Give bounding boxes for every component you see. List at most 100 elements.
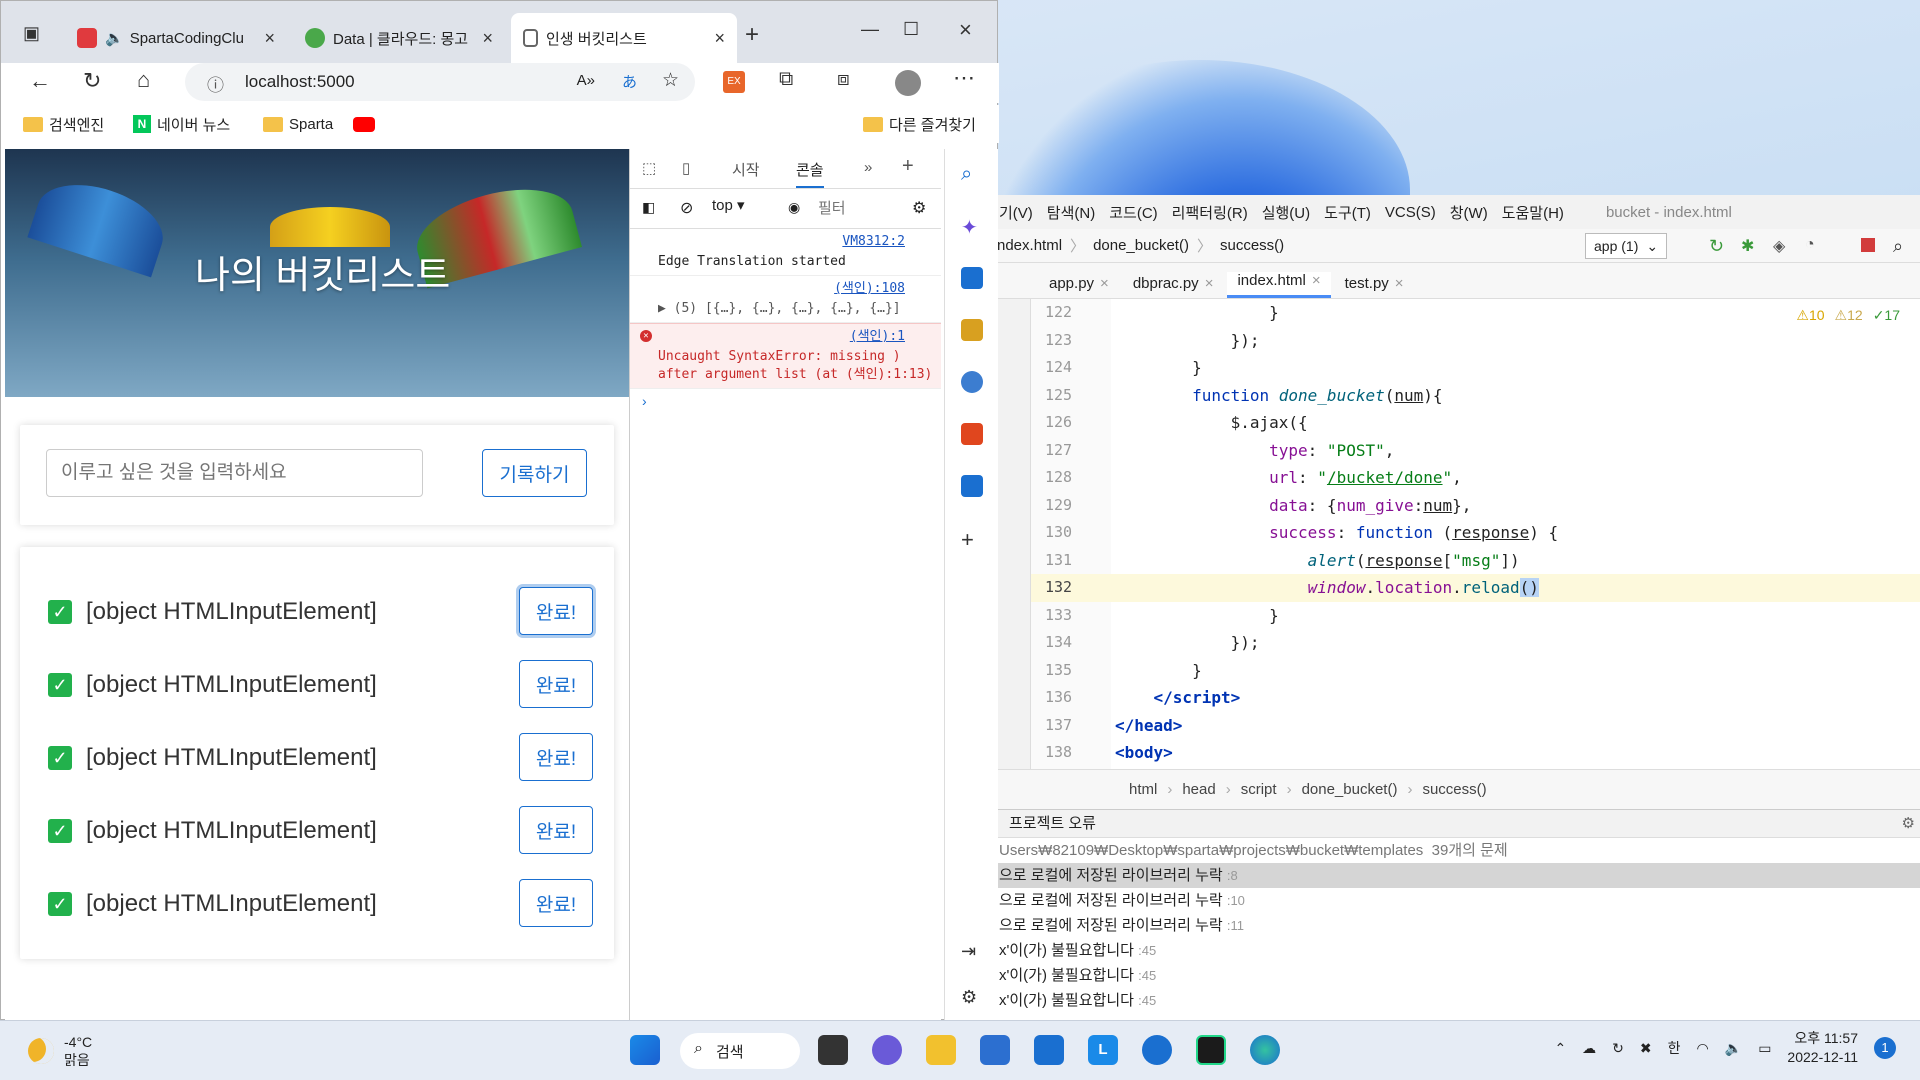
checkbox-checked-icon[interactable]: ✓ — [48, 819, 72, 843]
problem-row[interactable]: 으로 로컬에 저장된 라이브러리 누락 :10 — [991, 888, 1920, 913]
crumb-success[interactable]: success() — [1422, 781, 1486, 798]
clear-console-icon[interactable]: ⊘ — [680, 198, 693, 218]
problem-row[interactable]: x'이(가) 불필요합니다 :45 — [991, 988, 1920, 1013]
inspect-element-icon[interactable]: ⬚ — [642, 159, 656, 177]
more-menu-icon[interactable]: ⋯ — [953, 65, 975, 91]
minimize-icon[interactable]: — — [861, 19, 879, 40]
favorite-youtube[interactable] — [353, 116, 375, 132]
close-icon[interactable]: × — [1100, 275, 1109, 292]
favorite-star-icon[interactable]: ☆ — [662, 69, 679, 92]
onedrive-icon[interactable]: ☁ — [1582, 1040, 1596, 1057]
live-expression-eye-icon[interactable]: ◉ — [788, 199, 800, 216]
menu-view[interactable]: 기(V) — [999, 202, 1033, 223]
tab-test-py[interactable]: test.py × — [1335, 275, 1414, 298]
file-explorer-icon[interactable] — [926, 1035, 956, 1065]
copilot-sparkle-icon[interactable]: ✦ — [961, 215, 983, 239]
tab-index-html[interactable]: index.html × — [1227, 272, 1331, 298]
code-editor[interactable]: } }); } function done_bucket(num){ $.aja… — [1111, 299, 1920, 769]
taskbar-search[interactable]: ⌕ 검색 — [680, 1033, 800, 1069]
address-field[interactable]: ⓘ localhost:5000 A» あ ☆ — [185, 63, 695, 101]
crumb-head[interactable]: head — [1182, 781, 1215, 798]
maximize-icon[interactable]: ☐ — [903, 19, 919, 40]
browser-tab-bucketlist[interactable]: 인생 버킷리스트 × — [511, 13, 737, 63]
weather-widget[interactable]: -4°C 맑음 — [28, 1033, 92, 1069]
app-tray-icon[interactable]: ✖ — [1640, 1040, 1652, 1057]
notification-badge[interactable]: 1 — [1874, 1037, 1896, 1059]
task-view-icon[interactable] — [818, 1035, 848, 1065]
gear-icon[interactable]: ⚙ — [961, 987, 983, 1009]
sync-icon[interactable]: ↻ — [1612, 1040, 1624, 1057]
tab-app-py[interactable]: app.py × — [1039, 275, 1119, 298]
more-tabs-icon[interactable]: » — [864, 159, 872, 176]
start-windows-icon[interactable] — [630, 1035, 660, 1065]
volume-icon[interactable]: 🔈 — [1725, 1040, 1742, 1057]
wifi-icon[interactable]: ◠ — [1697, 1040, 1709, 1057]
nav-function[interactable]: done_bucket() — [1093, 237, 1189, 254]
add-tab-icon[interactable]: + — [902, 155, 914, 178]
close-icon[interactable]: × — [1395, 275, 1404, 292]
edge-icon[interactable] — [1250, 1035, 1280, 1065]
extension-ex-icon[interactable]: EX — [723, 71, 745, 93]
profile-icon[interactable]: ◔ — [1805, 236, 1823, 254]
close-window-icon[interactable]: × — [959, 17, 972, 43]
problem-row[interactable]: x'이(가) 불필요합니다 :45 — [991, 938, 1920, 963]
favorite-search-engines[interactable]: 검색엔진 — [23, 114, 104, 135]
checkbox-checked-icon[interactable]: ✓ — [48, 600, 72, 624]
stop-icon[interactable] — [1861, 238, 1875, 252]
context-select[interactable]: top ▾ — [712, 196, 745, 214]
message-source-link[interactable]: VM8312:2 — [842, 233, 905, 251]
collections-icon[interactable]: ⧈ — [837, 68, 850, 91]
tab-console[interactable]: 콘솔 — [796, 159, 824, 188]
close-icon[interactable]: × — [482, 28, 493, 49]
menu-window[interactable]: 창(W) — [1450, 202, 1488, 223]
browser-tab-mongodb[interactable]: Data | 클라우드: 몽고 × — [293, 13, 505, 63]
menu-tools[interactable]: 도구(T) — [1324, 202, 1371, 223]
inspection-widget[interactable]: ⚠10 ⚠12 ✓17 — [1796, 307, 1900, 324]
checkbox-checked-icon[interactable]: ✓ — [48, 673, 72, 697]
extensions-puzzle-icon[interactable]: ⧉ — [779, 68, 793, 91]
checkbox-checked-icon[interactable]: ✓ — [48, 746, 72, 770]
nav-method[interactable]: success() — [1220, 237, 1284, 254]
close-icon[interactable]: × — [264, 28, 275, 49]
store-icon[interactable] — [980, 1035, 1010, 1065]
office-icon[interactable] — [961, 423, 983, 445]
search-icon[interactable]: ⌕ — [1893, 236, 1911, 256]
close-icon[interactable]: × — [1205, 275, 1214, 292]
profile-avatar[interactable] — [895, 70, 921, 96]
problem-row[interactable]: 으로 로컬에 저장된 라이브러리 누락 :11 — [991, 913, 1920, 938]
tab-actions-icon[interactable]: ▣ — [23, 23, 40, 44]
done-button[interactable]: 완료! — [519, 879, 593, 927]
menu-vcs[interactable]: VCS(S) — [1385, 204, 1436, 221]
problems-title[interactable]: 프로젝트 오류 — [1009, 815, 1096, 832]
pycharm-icon[interactable] — [1196, 1035, 1226, 1065]
outlook-icon[interactable] — [961, 475, 983, 497]
ime-indicator[interactable]: 한 — [1668, 1038, 1681, 1058]
menu-run[interactable]: 실행(U) — [1262, 202, 1310, 223]
done-button[interactable]: 완료! — [519, 587, 593, 635]
translate-icon[interactable]: あ — [622, 71, 637, 92]
other-favorites[interactable]: 다른 즐겨찾기 — [863, 114, 976, 135]
favorite-sparta[interactable]: Sparta — [263, 116, 333, 133]
message-source-link[interactable]: (색인):1 — [850, 328, 905, 346]
run-config-select[interactable]: app (1) ⌄ — [1585, 233, 1668, 259]
menu-navigate[interactable]: 탐색(N) — [1047, 202, 1095, 223]
crumb-done-bucket[interactable]: done_bucket() — [1302, 781, 1398, 798]
home-icon[interactable]: ⌂ — [137, 67, 150, 93]
tab-welcome[interactable]: 시작 — [732, 159, 760, 180]
chevron-up-icon[interactable]: ⌃ — [1554, 1040, 1566, 1057]
crumb-html[interactable]: html — [1129, 781, 1157, 798]
battery-icon[interactable]: ▭ — [1758, 1040, 1771, 1057]
close-icon[interactable]: × — [1312, 272, 1321, 289]
favorite-naver-news[interactable]: N 네이버 뉴스 — [133, 114, 230, 135]
device-emulation-icon[interactable]: ▯ — [682, 159, 690, 177]
message-source-link[interactable]: (색인):108 — [834, 280, 905, 298]
close-icon[interactable]: × — [714, 28, 725, 49]
done-button[interactable]: 완료! — [519, 806, 593, 854]
crumb-script[interactable]: script — [1241, 781, 1277, 798]
refresh-icon[interactable]: ↻ — [83, 68, 101, 94]
menu-refactor[interactable]: 리팩터링(R) — [1172, 202, 1248, 223]
new-tab-icon[interactable]: + — [745, 21, 759, 49]
sidebar-toggle-icon[interactable]: ◧ — [642, 199, 655, 216]
shopping-tag-icon[interactable] — [961, 267, 983, 289]
mail-icon[interactable] — [1034, 1035, 1064, 1065]
